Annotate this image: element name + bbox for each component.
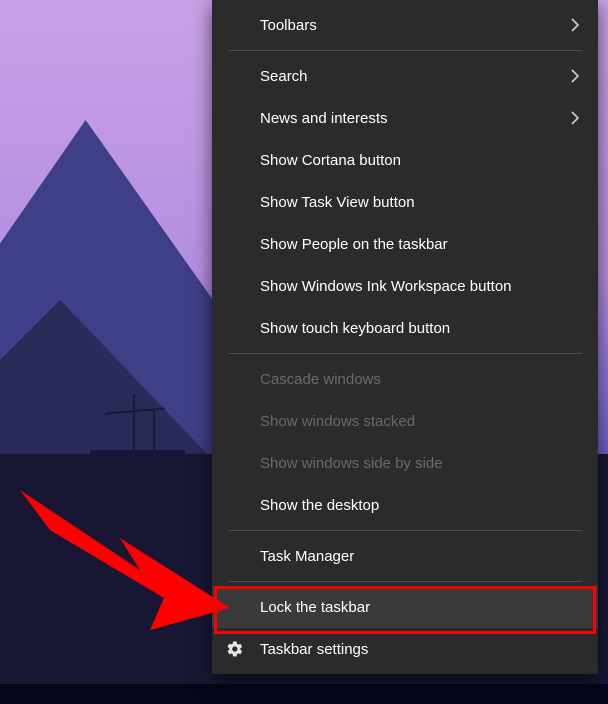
menu-separator (228, 581, 582, 582)
menu-item-news-and-interests[interactable]: News and interests (212, 97, 598, 139)
chevron-right-icon (570, 68, 580, 84)
menu-separator (228, 530, 582, 531)
menu-item-label: Show Cortana button (260, 152, 580, 169)
menu-item-label: Lock the taskbar (260, 599, 580, 616)
menu-item-lock-taskbar[interactable]: Lock the taskbar (212, 586, 598, 628)
menu-item-show-ink-workspace[interactable]: Show Windows Ink Workspace button (212, 265, 598, 307)
menu-separator (228, 353, 582, 354)
menu-item-label: Task Manager (260, 548, 580, 565)
menu-item-label: Search (260, 68, 570, 85)
taskbar-context-menu: Toolbars Search News and interests Show … (212, 0, 598, 674)
menu-item-task-manager[interactable]: Task Manager (212, 535, 598, 577)
menu-item-show-side-by-side: Show windows side by side (212, 442, 598, 484)
menu-item-label: Show windows side by side (260, 455, 580, 472)
menu-item-label: Show the desktop (260, 497, 580, 514)
menu-item-show-touch-keyboard[interactable]: Show touch keyboard button (212, 307, 598, 349)
menu-item-label: Show touch keyboard button (260, 320, 580, 337)
menu-item-show-task-view[interactable]: Show Task View button (212, 181, 598, 223)
menu-item-show-people[interactable]: Show People on the taskbar (212, 223, 598, 265)
menu-item-label: News and interests (260, 110, 570, 127)
chevron-right-icon (570, 17, 580, 33)
menu-item-show-desktop[interactable]: Show the desktop (212, 484, 598, 526)
menu-item-toolbars[interactable]: Toolbars (212, 4, 598, 46)
menu-item-taskbar-settings[interactable]: Taskbar settings (212, 628, 598, 670)
menu-item-cascade-windows: Cascade windows (212, 358, 598, 400)
menu-item-label: Cascade windows (260, 371, 580, 388)
menu-item-label: Show People on the taskbar (260, 236, 580, 253)
menu-item-label: Show windows stacked (260, 413, 580, 430)
menu-item-label: Show Task View button (260, 194, 580, 211)
menu-item-label: Taskbar settings (260, 641, 580, 658)
menu-item-search[interactable]: Search (212, 55, 598, 97)
menu-item-label: Toolbars (260, 17, 570, 34)
menu-item-show-stacked: Show windows stacked (212, 400, 598, 442)
menu-separator (228, 50, 582, 51)
menu-item-show-cortana[interactable]: Show Cortana button (212, 139, 598, 181)
gear-icon (226, 640, 244, 658)
taskbar[interactable] (0, 684, 608, 704)
chevron-right-icon (570, 110, 580, 126)
menu-item-label: Show Windows Ink Workspace button (260, 278, 580, 295)
